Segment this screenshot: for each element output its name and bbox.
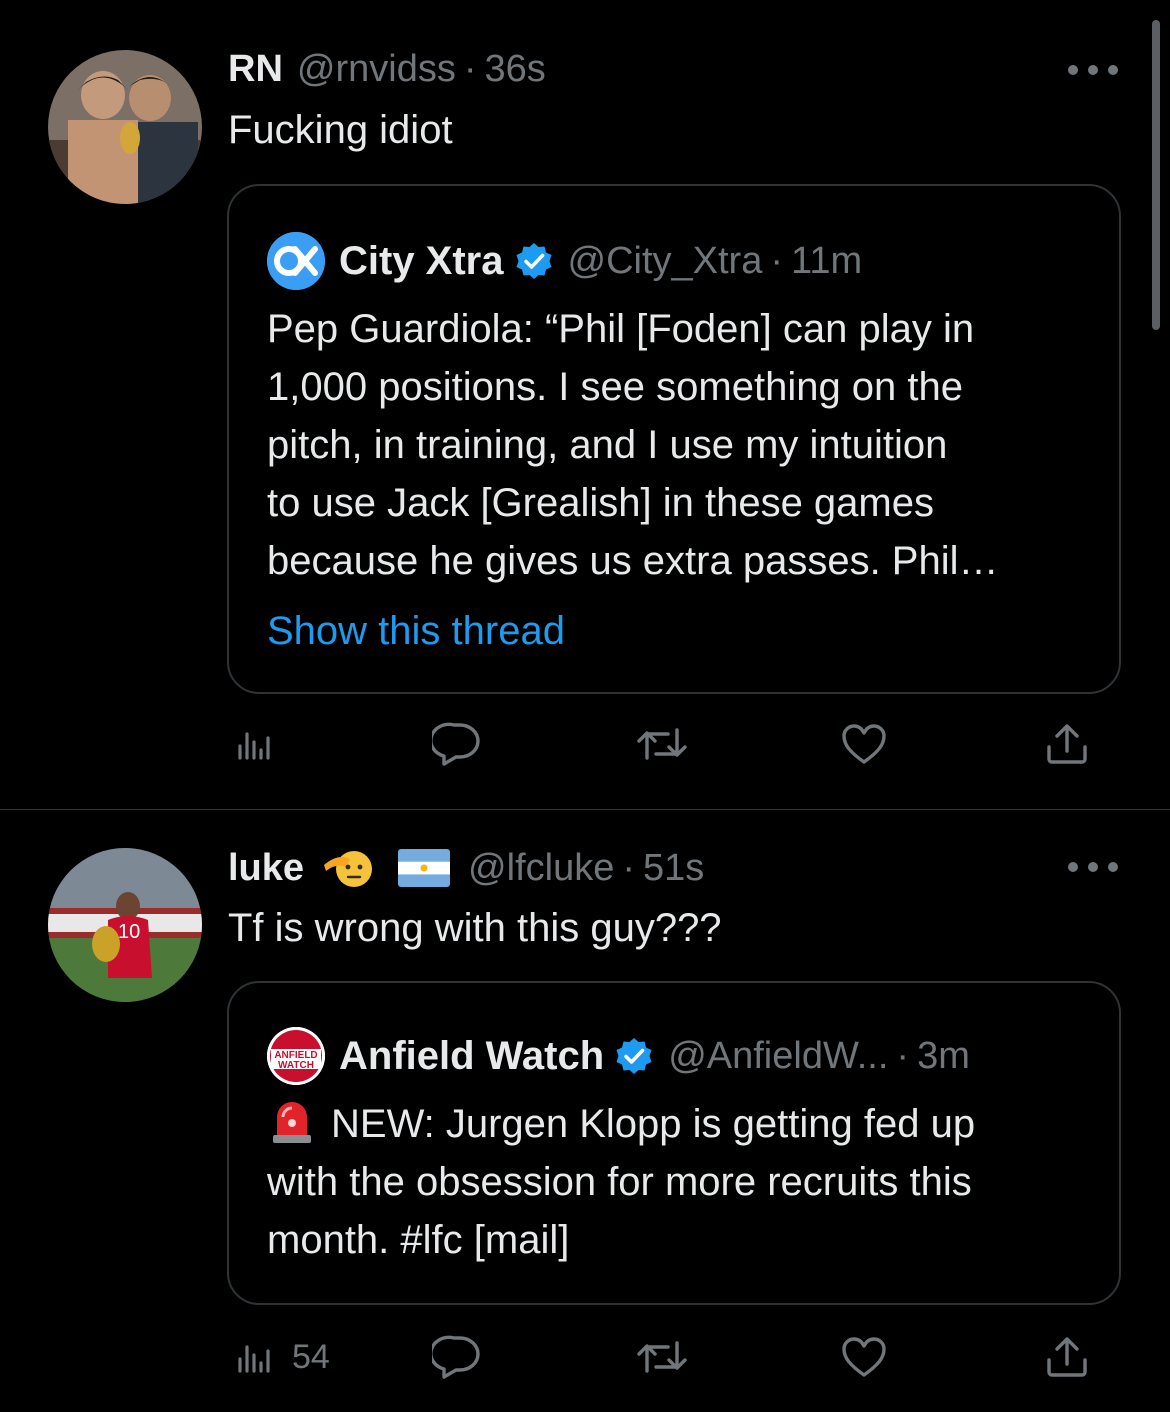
views-button[interactable]: 54 (234, 1327, 330, 1387)
scrollbar[interactable] (1152, 20, 1160, 330)
anfield-watch-logo: ANFIELD WATCH (267, 1027, 325, 1085)
retweet-button[interactable] (636, 1327, 688, 1387)
quoted-tweet[interactable]: City Xtra @City_Xtra · 11m Pep Guardiola… (227, 184, 1121, 694)
verified-badge-icon (516, 243, 551, 279)
reply-icon (432, 722, 480, 766)
timestamp[interactable]: 51s (643, 845, 704, 891)
retweet-button[interactable] (636, 714, 688, 774)
share-icon (1047, 724, 1087, 764)
separator: · (896, 1035, 910, 1077)
quoted-timestamp[interactable]: 3m (917, 1033, 970, 1079)
reply-button[interactable] (432, 714, 482, 774)
quoted-author-handle[interactable]: @AnfieldW... (668, 1033, 888, 1079)
author-handle[interactable]: @lfcluke (468, 845, 614, 891)
show-thread-link[interactable]: Show this thread (267, 602, 565, 660)
siren-emoji-icon (273, 1102, 311, 1143)
tweet[interactable]: 10 luke @lfcluke · 51s Tf is wrong with … (0, 811, 1170, 1412)
quoted-tweet-text: Pep Guardiola: “Phil [Foden] can play in… (267, 300, 1107, 590)
quoted-tweet-text: NEW: Jurgen Klopp is getting fed up with… (267, 1095, 1107, 1269)
quoted-text-line: to use Jack [Grealish] in these games (267, 481, 934, 525)
timestamp[interactable]: 36s (485, 46, 546, 92)
separator: · (463, 48, 477, 90)
views-icon (238, 1345, 270, 1373)
tweet-actions: 54 (228, 1327, 1108, 1387)
views-icon (238, 732, 270, 760)
quoted-text-line: month. #lfc [mail] (267, 1218, 570, 1262)
views-button[interactable] (234, 714, 292, 774)
quoted-timestamp[interactable]: 11m (791, 238, 862, 284)
quoted-text-line: because he gives us extra passes. Phil… (267, 539, 999, 583)
author-handle[interactable]: @rnvidss (297, 46, 456, 92)
avatar[interactable]: 10 (48, 848, 202, 1002)
tweet-text: Tf is wrong with this guy??? (228, 906, 722, 950)
quoted-author-name[interactable]: Anfield Watch (339, 1033, 604, 1079)
reply-icon (432, 1335, 480, 1379)
author-name[interactable]: luke (228, 845, 304, 891)
svg-text:WATCH: WATCH (278, 1060, 314, 1071)
quoted-author-handle[interactable]: @City_Xtra (568, 238, 763, 284)
quoted-tweet[interactable]: ANFIELD WATCH Anfield Watch @AnfieldW...… (227, 981, 1121, 1305)
more-icon[interactable] (1068, 857, 1118, 877)
quoted-text-line: with the obsession for more recruits thi… (267, 1160, 972, 1204)
separator: · (770, 240, 783, 282)
saluting-face-icon (324, 851, 373, 887)
quoted-text-line: pitch, in training, and I use my intuiti… (267, 423, 948, 467)
verified-badge-icon (616, 1038, 652, 1074)
tweet-header: luke @lfcluke · 51s (228, 845, 704, 891)
tweet-text: Fucking idiot (228, 108, 453, 152)
svg-text:10: 10 (118, 921, 140, 943)
avatar[interactable] (48, 50, 202, 204)
quoted-text-line: NEW: Jurgen Klopp is getting fed up (267, 1095, 1107, 1153)
tweet-actions (228, 714, 1108, 774)
share-button[interactable] (1044, 714, 1090, 774)
separator: · (622, 847, 635, 889)
quoted-tweet-header: ANFIELD WATCH Anfield Watch @AnfieldW...… (267, 1027, 970, 1085)
like-button[interactable] (840, 714, 888, 774)
reply-button[interactable] (432, 1327, 482, 1387)
tweet[interactable]: RN @rnvidss · 36s Fucking idiot City Xtr… (0, 0, 1170, 810)
like-icon (842, 724, 886, 764)
like-button[interactable] (840, 1327, 888, 1387)
retweet-icon (637, 1341, 687, 1373)
author-name[interactable]: RN (228, 46, 283, 92)
more-icon[interactable] (1068, 60, 1118, 80)
share-icon (1047, 1337, 1087, 1377)
retweet-icon (637, 728, 687, 760)
tweet-header: RN @rnvidss · 36s (228, 46, 546, 92)
quoted-tweet-header: City Xtra @City_Xtra · 11m (267, 232, 862, 290)
like-icon (842, 1337, 886, 1377)
share-button[interactable] (1044, 1327, 1090, 1387)
argentina-flag-icon (398, 849, 451, 887)
views-count: 54 (292, 1337, 330, 1376)
quoted-text-first: NEW: Jurgen Klopp is getting fed up (331, 1102, 976, 1146)
cityxtra-logo (267, 232, 325, 290)
quoted-author-name[interactable]: City Xtra (339, 238, 504, 284)
quoted-text-line: Pep Guardiola: “Phil [Foden] can play in (267, 307, 975, 351)
quoted-text-line: 1,000 positions. I see something on the (267, 365, 964, 409)
